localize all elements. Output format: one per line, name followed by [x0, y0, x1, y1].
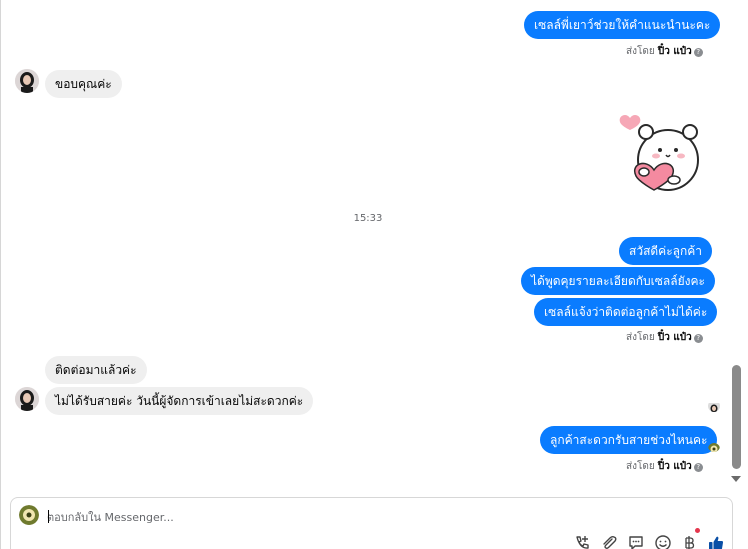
thread-scrollbar[interactable] — [731, 0, 743, 490]
baht-payment-icon[interactable] — [680, 534, 698, 549]
sender-name: ปิ๋ว แป๋ว — [657, 46, 692, 57]
reply-input[interactable] — [47, 508, 447, 526]
timestamp: 15:33 — [353, 213, 383, 224]
help-icon[interactable]: ? — [693, 48, 703, 57]
delivered-avatar — [708, 440, 720, 452]
scrollbar-thumb[interactable] — [732, 365, 741, 469]
message-bubble-outgoing[interactable]: เซลล์พี่เยาว์ช่วยให้คำแนะนำนะคะ — [524, 11, 721, 39]
scroll-down-arrow-icon[interactable] — [731, 476, 741, 482]
message-bubble-incoming[interactable]: ไม่ได้รับสายค่ะ วันนี้ผู้จัดการเข้าเลยไม… — [45, 387, 314, 415]
help-icon[interactable]: ? — [693, 463, 703, 472]
sent-by-label: ส่งโดย ปิ๋ว แป๋ว? — [626, 459, 703, 474]
message-thread[interactable]: เซลล์พี่เยาว์ช่วยให้คำแนะนำนะคะ ส่งโดย ป… — [0, 0, 730, 490]
message-text: ไม่ได้รับสายค่ะ วันนี้ผู้จัดการเข้าเลยไม… — [55, 394, 304, 408]
reply-composer — [10, 497, 733, 549]
contact-avatar[interactable] — [15, 387, 39, 411]
message-text: เซลล์พี่เยาว์ช่วยให้คำแนะนำนะคะ — [534, 18, 711, 32]
chat-template-icon[interactable] — [627, 534, 645, 549]
message-bubble-incoming[interactable]: ขอบคุณค่ะ — [45, 70, 122, 98]
message-text: สวัสดีค่ะลูกค้า — [629, 244, 703, 258]
message-bubble-incoming[interactable]: ติดต่อมาแล้วค่ะ — [45, 356, 147, 384]
sender-name: ปิ๋ว แป๋ว — [657, 461, 692, 472]
message-bubble-outgoing[interactable]: สวัสดีค่ะลูกค้า — [619, 237, 713, 265]
text-caret — [48, 510, 49, 523]
emoji-icon[interactable] — [654, 534, 672, 549]
sent-by-label: ส่งโดย ปิ๋ว แป๋ว? — [626, 330, 703, 345]
notification-dot — [695, 528, 700, 533]
message-bubble-outgoing[interactable]: ได้พูดคุยรายละเอียดกับเซลล์ยังคะ — [521, 267, 715, 295]
contact-avatar[interactable] — [15, 69, 39, 93]
attachment-icon[interactable] — [600, 534, 618, 549]
bear-hugging-heart-sticker[interactable] — [616, 112, 706, 197]
call-add-icon[interactable] — [573, 534, 591, 549]
message-text: เซลล์แจ้งว่าติดต่อลูกค้าไม่ได้ค่ะ — [544, 305, 708, 319]
message-text: ลูกค้าสะดวกรับสายช่วงไหนคะ — [550, 433, 708, 447]
message-bubble-outgoing[interactable]: เซลล์แจ้งว่าติดต่อลูกค้าไม่ได้ค่ะ — [534, 298, 718, 326]
help-icon[interactable]: ? — [693, 334, 703, 343]
message-text: ติดต่อมาแล้วค่ะ — [55, 363, 137, 377]
like-icon[interactable] — [707, 534, 725, 549]
page-avatar — [19, 505, 39, 525]
sent-by-label: ส่งโดย ปิ๋ว แป๋ว? — [626, 44, 703, 59]
message-bubble-outgoing[interactable]: ลูกค้าสะดวกรับสายช่วงไหนคะ — [540, 426, 718, 454]
sender-name: ปิ๋ว แป๋ว — [657, 332, 692, 343]
message-text: ขอบคุณค่ะ — [55, 77, 112, 91]
message-text: ได้พูดคุยรายละเอียดกับเซลล์ยังคะ — [531, 274, 705, 288]
read-receipt-avatar — [708, 400, 720, 412]
